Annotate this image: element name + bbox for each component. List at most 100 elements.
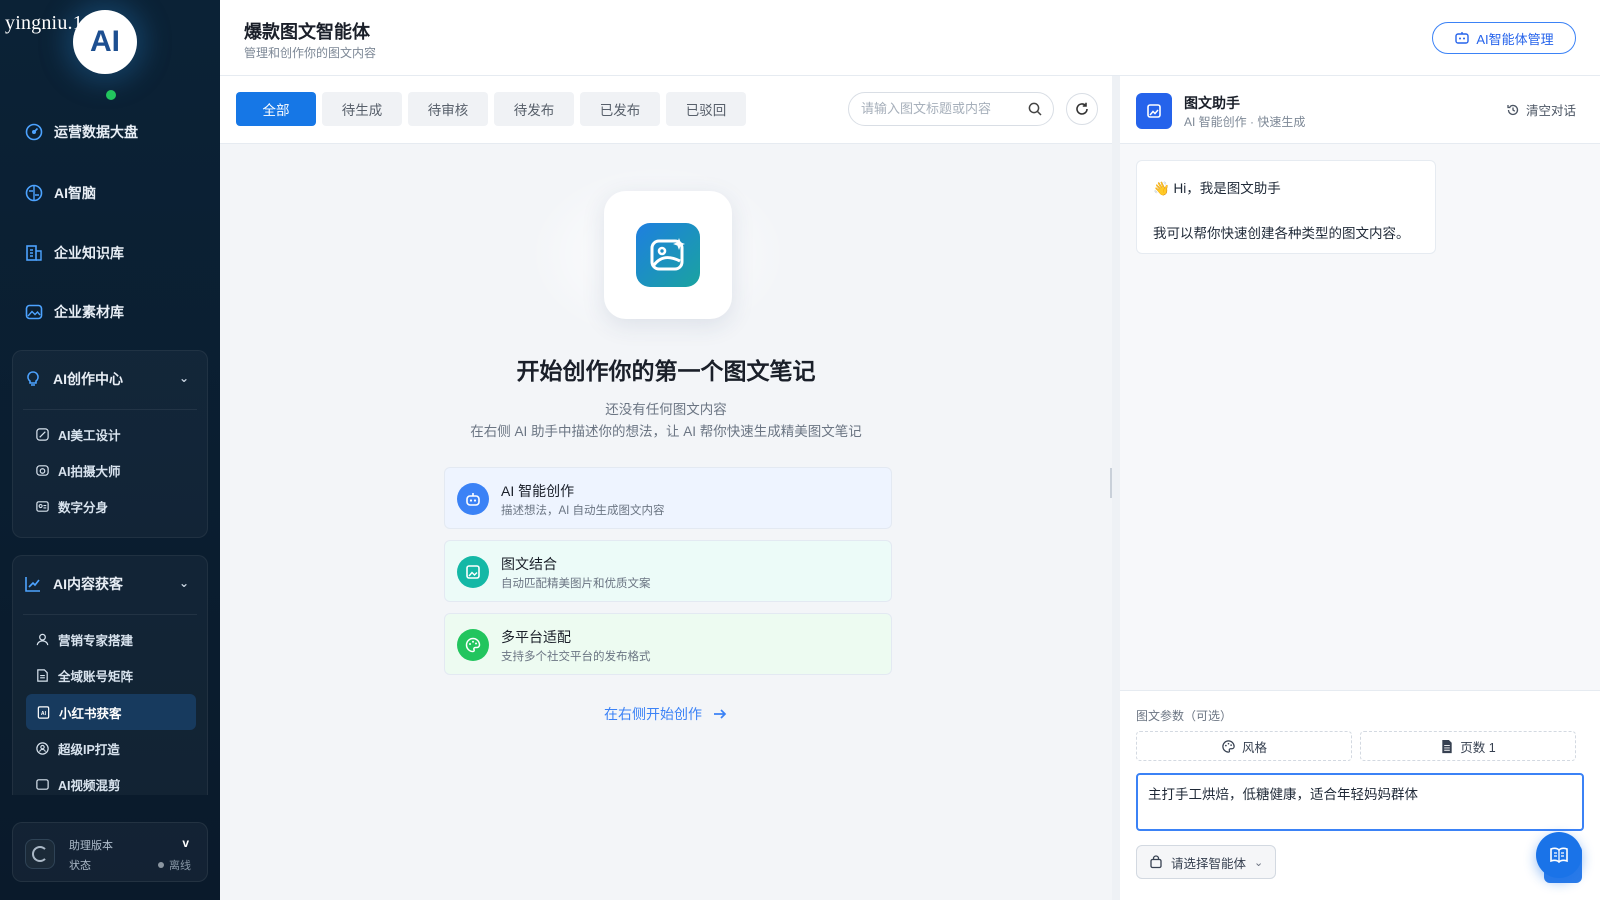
sidebar-group-ai-creation: AI创作中心 ⌄ AI美工设计 AI拍摄大师 数字分身 <box>12 350 208 538</box>
feature-desc: 自动匹配精美图片和优质文案 <box>501 578 651 590</box>
divider <box>23 409 197 410</box>
tab-rejected[interactable]: 已驳回 <box>666 92 746 126</box>
bag-icon <box>1150 855 1162 869</box>
document-icon <box>37 669 48 682</box>
refresh-button[interactable] <box>1066 93 1098 125</box>
sidebar-item-ai-photo[interactable]: AI拍摄大师 <box>35 461 121 480</box>
camera-icon <box>36 465 49 476</box>
sidebar-item-dashboard[interactable]: 运营数据大盘 <box>24 122 138 142</box>
sidebar-item-marketing-expert[interactable]: 营销专家搭建 <box>35 630 133 649</box>
feature-card-multi-platform: 多平台适配 支持多个社交平台的发布格式 <box>444 613 892 675</box>
clear-chat-button[interactable]: 清空对话 <box>1506 100 1576 119</box>
page-subtitle: 管理和创作你的图文内容 <box>244 46 377 60</box>
robot-icon <box>457 483 489 515</box>
sidebar: yingniu.10v.co AI 运营数据大盘 AI智脑 企业知识库 企业素材… <box>0 0 220 900</box>
agent-manage-button[interactable]: AI智能体管理 <box>1432 22 1576 54</box>
robot-manage-icon <box>1455 32 1470 44</box>
assistant-status-card: 助理版本 状态 v 离线 <box>12 822 208 882</box>
feature-title: 多平台适配 <box>501 629 571 645</box>
search-input[interactable] <box>861 101 1021 116</box>
tab-pending-generate[interactable]: 待生成 <box>322 92 402 126</box>
empty-state: 开始创作你的第一个图文笔记 还没有任何图文内容 在右侧 AI 助手中描述你的想法… <box>220 144 1112 900</box>
offline-dot-icon <box>158 862 164 868</box>
content-area: 全部 待生成 待审核 待发布 已发布 已驳回 开始创作你的第一个图文笔记 还没有… <box>220 76 1112 900</box>
tab-all[interactable]: 全部 <box>236 92 316 126</box>
sidebar-item-account-matrix[interactable]: 全域账号矩阵 <box>35 666 133 685</box>
sidebar-item-ai-design[interactable]: AI美工设计 <box>35 425 121 444</box>
sidebar-item-super-ip[interactable]: 超级IP打造 <box>35 739 120 758</box>
feature-card-image-text: 图文结合 自动匹配精美图片和优质文案 <box>444 540 892 602</box>
image-sparkle-icon <box>636 223 700 287</box>
sidebar-item-video-mix[interactable]: AI视频混剪 <box>35 775 121 794</box>
empty-state-title: 开始创作你的第一个图文笔记 <box>516 358 816 384</box>
prompt-box: 主打手工烘焙，低糖健康，适合年轻妈妈群体 <box>1136 773 1584 831</box>
sidebar-item-knowledge-base[interactable]: 企业知识库 <box>24 243 124 263</box>
tab-published[interactable]: 已发布 <box>580 92 660 126</box>
start-creating-label: 在右侧开始创作 <box>604 706 702 722</box>
prompt-input[interactable]: 主打手工烘焙，低糖健康，适合年轻妈妈群体 <box>1148 783 1568 823</box>
style-button[interactable]: 风格 <box>1136 731 1352 761</box>
pages-label: 页数 1 <box>1460 740 1496 755</box>
search-icon[interactable] <box>1027 101 1043 117</box>
sidebar-item-label: 企业素材库 <box>54 304 124 320</box>
feature-desc: 支持多个社交平台的发布格式 <box>501 651 651 663</box>
empty-state-hint: 在右侧 AI 助手中描述你的想法，让 AI 帮你快速生成精美图文笔记 <box>470 424 862 439</box>
refresh-icon <box>1076 102 1088 115</box>
assistant-avatar-icon <box>1136 93 1172 129</box>
assistant-tagline: AI 智能创作 · 快速生成 <box>1184 115 1306 129</box>
sidebar-item-label: 企业知识库 <box>54 245 124 261</box>
status-value: 离线 <box>158 857 191 873</box>
feature-card-ai-creation: AI 智能创作 描述想法，AI 自动生成图文内容 <box>444 467 892 529</box>
sidebar-item-label: AI美工设计 <box>58 429 121 443</box>
version-value: v <box>182 836 189 850</box>
badge-user-icon <box>36 742 49 755</box>
video-icon <box>36 779 49 790</box>
version-label: 助理版本 <box>69 840 113 852</box>
sidebar-item-label: AI智脑 <box>54 185 96 201</box>
sidebar-group-content-acquisition: AI内容获客 ⌄ 营销专家搭建 全域账号矩阵 AI 小红书获客 超级IP打造 A… <box>12 555 208 795</box>
tab-pending-publish[interactable]: 待发布 <box>494 92 574 126</box>
sidebar-item-ai-brain[interactable]: AI智脑 <box>24 183 96 203</box>
sidebar-item-label: AI视频混剪 <box>58 779 121 793</box>
agent-manage-label: AI智能体管理 <box>1476 31 1554 47</box>
empty-state-subtitle: 还没有任何图文内容 <box>605 402 727 417</box>
chevron-down-icon: ⌄ <box>178 371 189 385</box>
image-icon <box>457 556 489 588</box>
help-book-button[interactable] <box>1536 832 1582 878</box>
tab-pending-review[interactable]: 待审核 <box>408 92 488 126</box>
group-header-content-acquisition[interactable]: AI内容获客 ⌄ <box>23 574 199 594</box>
group-header-ai-creation[interactable]: AI创作中心 ⌄ <box>23 369 199 389</box>
start-creating-link[interactable]: 在右侧开始创作 <box>220 704 1112 724</box>
status-text: 离线 <box>169 860 191 872</box>
id-card-icon <box>36 501 49 512</box>
trend-chart-icon <box>25 577 40 592</box>
sidebar-item-digital-avatar[interactable]: 数字分身 <box>35 497 108 516</box>
image-library-icon <box>25 304 43 320</box>
assistant-header: 图文助手 AI 智能创作 · 快速生成 清空对话 <box>1120 76 1600 144</box>
message-text: 我可以帮你快速创建各种类型的图文内容。 <box>1153 226 1410 241</box>
svg-text:AI: AI <box>41 710 47 716</box>
book-icon <box>1550 847 1568 864</box>
params-label: 图文参数（可选） <box>1136 709 1233 723</box>
ai-document-icon: AI <box>37 705 50 719</box>
pages-button[interactable]: 页数 1 <box>1360 731 1576 761</box>
document-icon <box>1442 739 1452 753</box>
online-status-dot <box>106 90 116 100</box>
sidebar-item-material-library[interactable]: 企业素材库 <box>24 302 124 322</box>
filter-toolbar: 全部 待生成 待审核 待发布 已发布 已驳回 <box>220 76 1112 144</box>
panel-resize-handle[interactable] <box>1110 76 1120 900</box>
agent-select[interactable]: 请选择智能体 ⌄ <box>1136 845 1276 879</box>
page-header: 爆款图文智能体 管理和创作你的图文内容 AI智能体管理 <box>220 0 1600 76</box>
palette-icon <box>457 629 489 661</box>
arrow-right-icon <box>714 709 727 719</box>
empty-state-illustration <box>604 191 732 319</box>
watermark-text: yingniu.10v.co <box>5 12 127 34</box>
user-icon <box>36 633 49 646</box>
agent-select-label: 请选择智能体 <box>1171 856 1247 871</box>
palette-icon <box>1222 739 1235 753</box>
sidebar-item-label: 运营数据大盘 <box>54 124 138 140</box>
status-label: 状态 <box>69 860 91 872</box>
resize-grip <box>1110 468 1112 498</box>
sidebar-item-xiaohongshu[interactable]: AI 小红书获客 <box>26 694 196 730</box>
loading-spinner-icon <box>25 839 55 869</box>
